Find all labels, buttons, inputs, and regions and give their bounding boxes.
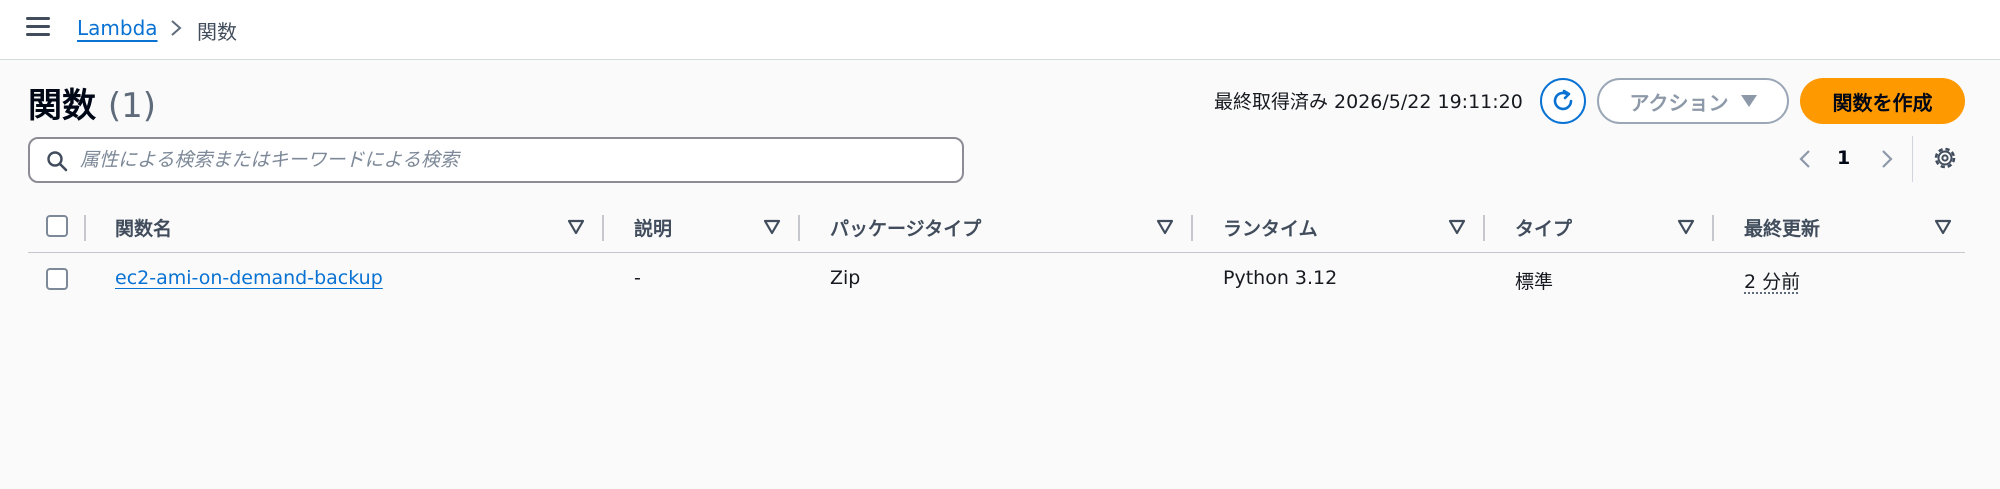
column-header-package-type[interactable]: パッケージタイプ xyxy=(830,214,981,241)
last-fetched-text: 最終取得済み 2026/5/22 19:11:20 xyxy=(1214,91,1523,113)
next-page-icon[interactable] xyxy=(1874,147,1898,171)
menu-icon[interactable] xyxy=(26,17,50,37)
search-icon xyxy=(47,151,68,172)
column-header-last-modified[interactable]: 最終更新 xyxy=(1744,214,1820,241)
actions-button-label: アクション xyxy=(1629,90,1729,115)
function-count: (1) xyxy=(107,86,157,126)
refresh-button[interactable] xyxy=(1540,78,1586,124)
chevron-right-icon xyxy=(171,20,182,36)
page-title-text: 関数 xyxy=(28,86,96,126)
row-checkbox[interactable] xyxy=(46,268,68,290)
sort-icon[interactable] xyxy=(567,219,585,235)
table-row: ec2-ami-on-demand-backup - Zip Python 3.… xyxy=(28,253,1965,310)
pagination-divider xyxy=(1912,136,1913,182)
function-runtime: Python 3.12 xyxy=(1223,267,1338,289)
breadcrumb-current: 関数 xyxy=(197,20,237,44)
gear-icon[interactable] xyxy=(1931,144,1959,172)
function-name-link[interactable]: ec2-ami-on-demand-backup xyxy=(115,267,383,289)
function-last-modified: 2 分前 xyxy=(1744,271,1801,293)
table-header: 関数名 説明 パッケージタイプ ランタイム タイプ 最終更新 xyxy=(28,205,1965,253)
sort-icon[interactable] xyxy=(1934,219,1952,235)
functions-table: 関数名 説明 パッケージタイプ ランタイム タイプ 最終更新 ec2-ami-o… xyxy=(28,205,1965,310)
refresh-icon xyxy=(1553,89,1573,111)
top-bar: Lambda 関数 xyxy=(0,0,2000,60)
caret-down-icon xyxy=(1740,95,1757,107)
create-function-button[interactable]: 関数を作成 xyxy=(1800,78,1965,124)
sort-icon[interactable] xyxy=(1156,219,1174,235)
search-box[interactable] xyxy=(28,137,964,183)
breadcrumb-lambda-link[interactable]: Lambda xyxy=(77,16,158,40)
page-number-1[interactable]: 1 xyxy=(1837,147,1850,169)
column-divider xyxy=(1483,215,1485,241)
sort-icon[interactable] xyxy=(1677,219,1695,235)
column-divider xyxy=(602,215,604,241)
select-all-checkbox[interactable] xyxy=(46,215,68,237)
actions-button[interactable]: アクション xyxy=(1597,78,1789,124)
page-title: 関数 (1) xyxy=(28,78,156,127)
sort-icon[interactable] xyxy=(1448,219,1466,235)
column-header-type[interactable]: タイプ xyxy=(1515,214,1572,241)
function-description: - xyxy=(634,267,641,289)
search-input[interactable] xyxy=(80,145,940,175)
column-header-runtime[interactable]: ランタイム xyxy=(1223,214,1318,241)
column-divider xyxy=(798,215,800,241)
column-header-description[interactable]: 説明 xyxy=(634,214,672,241)
column-header-function-name[interactable]: 関数名 xyxy=(115,214,172,241)
column-divider xyxy=(1191,215,1193,241)
column-divider xyxy=(84,215,86,241)
previous-page-icon[interactable] xyxy=(1794,147,1818,171)
function-package-type: Zip xyxy=(830,267,861,289)
sort-icon[interactable] xyxy=(763,219,781,235)
function-type: 標準 xyxy=(1515,271,1554,293)
column-divider xyxy=(1712,215,1714,241)
